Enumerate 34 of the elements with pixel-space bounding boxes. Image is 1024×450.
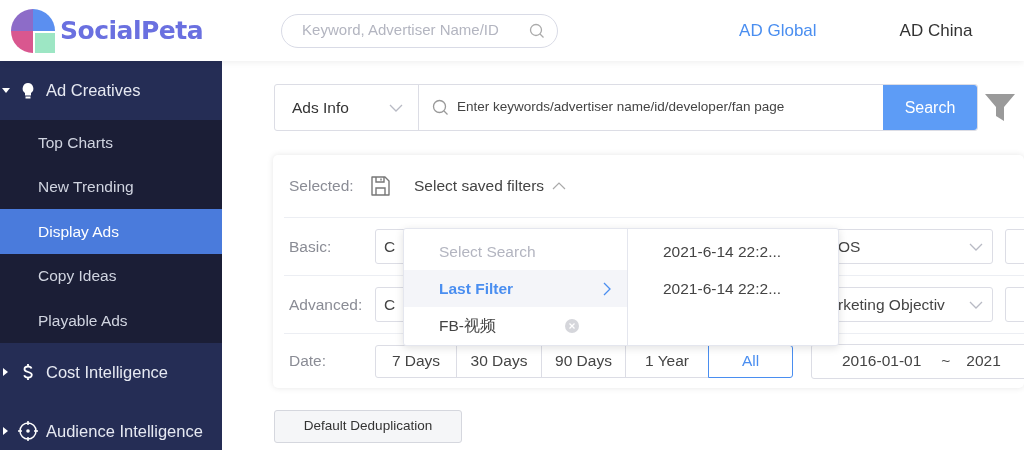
logo-icon bbox=[10, 7, 56, 54]
saved-filters-select[interactable]: Select saved filters bbox=[414, 174, 567, 198]
date-from: 2016-01-01 bbox=[842, 351, 922, 372]
submenu-item[interactable]: Display Ads bbox=[0, 209, 222, 254]
logo-text: SocialPeta bbox=[60, 14, 204, 47]
field-label: Date: bbox=[288, 351, 328, 372]
date-to: 2021 bbox=[966, 351, 1001, 372]
field-label: Advanced: bbox=[288, 294, 364, 315]
field-label: Basic: bbox=[288, 236, 333, 257]
menu-item[interactable]: Audience Intelligence bbox=[0, 401, 222, 450]
range-button[interactable]: 7 Days bbox=[375, 344, 457, 378]
menu-item[interactable]: Ad Creatives bbox=[0, 61, 222, 120]
chevron-right-icon bbox=[603, 281, 611, 296]
submenu-item[interactable]: Top Charts bbox=[0, 120, 222, 165]
dropdown-item: Select Search bbox=[438, 241, 537, 262]
nav-tab[interactable]: AD China bbox=[899, 17, 973, 44]
range-separator: ~ bbox=[941, 351, 951, 372]
filter-icon bbox=[985, 93, 1015, 122]
dropdown-item[interactable]: FB-视频 bbox=[404, 307, 627, 344]
clear-icon[interactable] bbox=[565, 318, 579, 333]
dropdown-item[interactable]: 2021-6-14 22:2... bbox=[663, 270, 782, 307]
search-icon bbox=[529, 22, 546, 39]
submenu-item[interactable]: New Trending bbox=[0, 164, 222, 210]
field-label: Selected: bbox=[288, 176, 355, 197]
crosshair-icon bbox=[18, 421, 38, 442]
dedupe-button[interactable]: Default Deduplication bbox=[274, 410, 462, 443]
dropdown-item[interactable]: 2021-6-14 22:2... bbox=[663, 233, 782, 270]
save-icon bbox=[370, 175, 391, 197]
submenu-item[interactable]: Copy Ideas bbox=[0, 253, 222, 299]
bulb-icon bbox=[21, 82, 35, 99]
submenu-item[interactable]: Playable Ads bbox=[0, 298, 222, 343]
dollar-icon bbox=[21, 363, 35, 381]
menu-item[interactable]: Cost Intelligence bbox=[0, 342, 222, 402]
search-input[interactable]: Keyword, Advertiser Name/ID bbox=[300, 18, 526, 43]
